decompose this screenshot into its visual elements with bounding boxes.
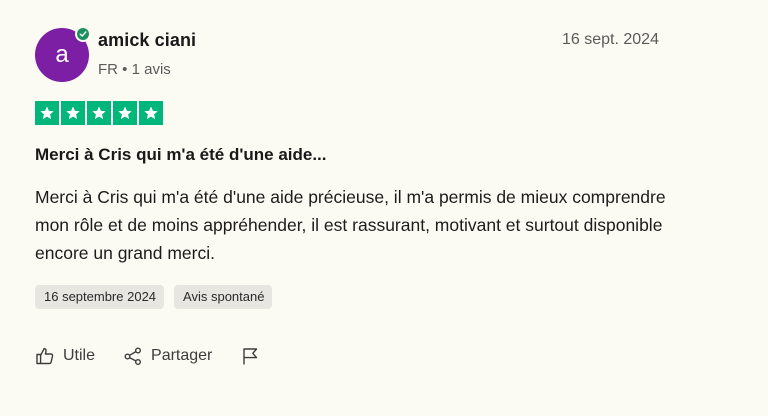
- source-tag[interactable]: Avis spontané: [174, 285, 273, 309]
- author-name[interactable]: amick ciani: [98, 30, 196, 51]
- thumbs-up-icon: [35, 346, 55, 366]
- experience-date-tag: 16 septembre 2024: [35, 285, 165, 309]
- useful-label: Utile: [63, 347, 96, 364]
- useful-button[interactable]: Utile: [35, 346, 95, 366]
- review-tags: 16 septembre 2024 Avis spontané: [35, 285, 273, 309]
- author-review-count: 1 avis: [131, 61, 171, 78]
- review-body: Merci à Cris qui m'a été d'une aide préc…: [35, 187, 666, 263]
- review-title[interactable]: Merci à Cris qui m'a été d'une aide...: [35, 145, 327, 165]
- star-icon: [139, 101, 163, 125]
- star-icon: [87, 101, 111, 125]
- report-button[interactable]: [240, 346, 260, 366]
- star-rating: [35, 101, 163, 125]
- share-button[interactable]: Partager: [123, 346, 212, 366]
- review-card: a amick ciani FR • 1 avis 16 sept. 2024 …: [0, 0, 768, 416]
- review-date: 16 sept. 2024: [562, 31, 659, 48]
- author-country: FR: [98, 61, 118, 78]
- star-icon: [113, 101, 137, 125]
- flag-icon: [240, 346, 260, 366]
- star-icon: [61, 101, 85, 125]
- share-icon: [123, 346, 143, 366]
- author-meta: FR • 1 avis: [98, 61, 171, 78]
- share-label: Partager: [151, 347, 213, 364]
- meta-separator: •: [122, 61, 128, 78]
- star-icon: [35, 101, 59, 125]
- verified-badge-icon: [75, 26, 91, 42]
- avatar[interactable]: a: [35, 26, 91, 82]
- review-actions: Utile Partager: [35, 346, 260, 366]
